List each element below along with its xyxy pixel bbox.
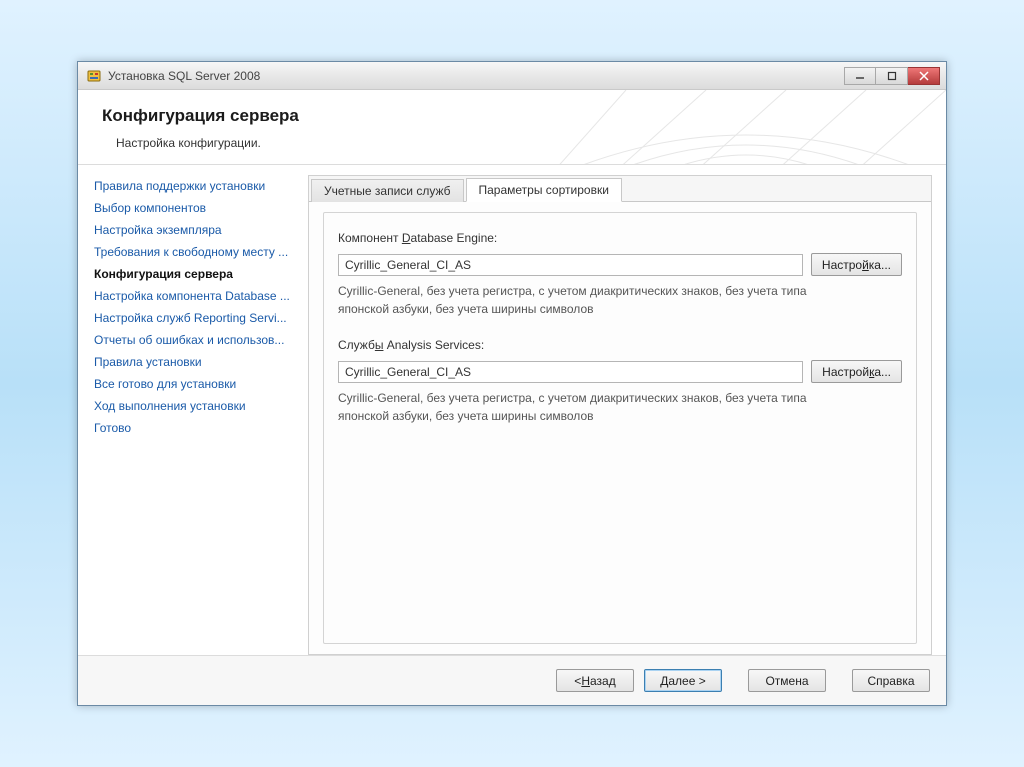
- help-button[interactable]: Справка: [852, 669, 930, 692]
- window-controls: [844, 67, 940, 85]
- analysis-collation-description: Cyrillic-General, без учета регистра, с …: [338, 389, 818, 425]
- db-engine-collation-input[interactable]: Cyrillic_General_CI_AS: [338, 254, 803, 276]
- app-icon: [86, 68, 102, 84]
- cancel-button[interactable]: Отмена: [748, 669, 826, 692]
- tab-strip: Учетные записи служб Параметры сортировк…: [309, 176, 931, 202]
- next-button[interactable]: Далее >: [644, 669, 722, 692]
- db-engine-customize-button[interactable]: Настройка...: [811, 253, 902, 276]
- body: Правила поддержки установки Выбор компон…: [78, 165, 946, 655]
- step-feature-selection[interactable]: Выбор компонентов: [92, 197, 298, 219]
- step-database-engine[interactable]: Настройка компонента Database ...: [92, 285, 298, 307]
- step-reporting-services[interactable]: Настройка служб Reporting Servi...: [92, 307, 298, 329]
- close-button[interactable]: [908, 67, 940, 85]
- step-instance-config[interactable]: Настройка экземпляра: [92, 219, 298, 241]
- page-title: Конфигурация сервера: [102, 106, 922, 126]
- maximize-button[interactable]: [876, 67, 908, 85]
- step-disk-space[interactable]: Требования к свободному месту ...: [92, 241, 298, 263]
- tab-content: Компонент Database Engine: Cyrillic_Gene…: [309, 202, 931, 654]
- step-install-rules-2[interactable]: Правила установки: [92, 351, 298, 373]
- minimize-button[interactable]: [844, 67, 876, 85]
- step-install-rules[interactable]: Правила поддержки установки: [92, 175, 298, 197]
- tab-service-accounts[interactable]: Учетные записи служб: [311, 179, 464, 202]
- step-error-reporting[interactable]: Отчеты об ошибках и использов...: [92, 329, 298, 351]
- db-engine-collation-description: Cyrillic-General, без учета регистра, с …: [338, 282, 818, 318]
- db-engine-label: Компонент Database Engine:: [338, 231, 902, 245]
- header-panel: Конфигурация сервера Настройка конфигура…: [78, 90, 946, 165]
- back-button[interactable]: < Назад: [556, 669, 634, 692]
- content-panel: Учетные записи служб Параметры сортировк…: [308, 175, 932, 655]
- step-ready-install[interactable]: Все готово для установки: [92, 373, 298, 395]
- wizard-footer: < Назад Далее > Отмена Справка: [78, 655, 946, 705]
- tab-collation[interactable]: Параметры сортировки: [466, 178, 622, 202]
- analysis-label: Службы Analysis Services:: [338, 338, 902, 352]
- step-complete[interactable]: Готово: [92, 417, 298, 439]
- installer-window: Установка SQL Server 2008 Конфигурация с…: [77, 61, 947, 706]
- collation-group: Компонент Database Engine: Cyrillic_Gene…: [323, 212, 917, 644]
- wizard-steps-sidebar: Правила поддержки установки Выбор компон…: [92, 175, 308, 655]
- window-title: Установка SQL Server 2008: [108, 69, 844, 83]
- analysis-customize-button[interactable]: Настройка...: [811, 360, 902, 383]
- analysis-collation-input[interactable]: Cyrillic_General_CI_AS: [338, 361, 803, 383]
- page-subtitle: Настройка конфигурации.: [116, 136, 922, 150]
- step-server-config[interactable]: Конфигурация сервера: [92, 263, 298, 285]
- step-install-progress[interactable]: Ход выполнения установки: [92, 395, 298, 417]
- titlebar[interactable]: Установка SQL Server 2008: [78, 62, 946, 90]
